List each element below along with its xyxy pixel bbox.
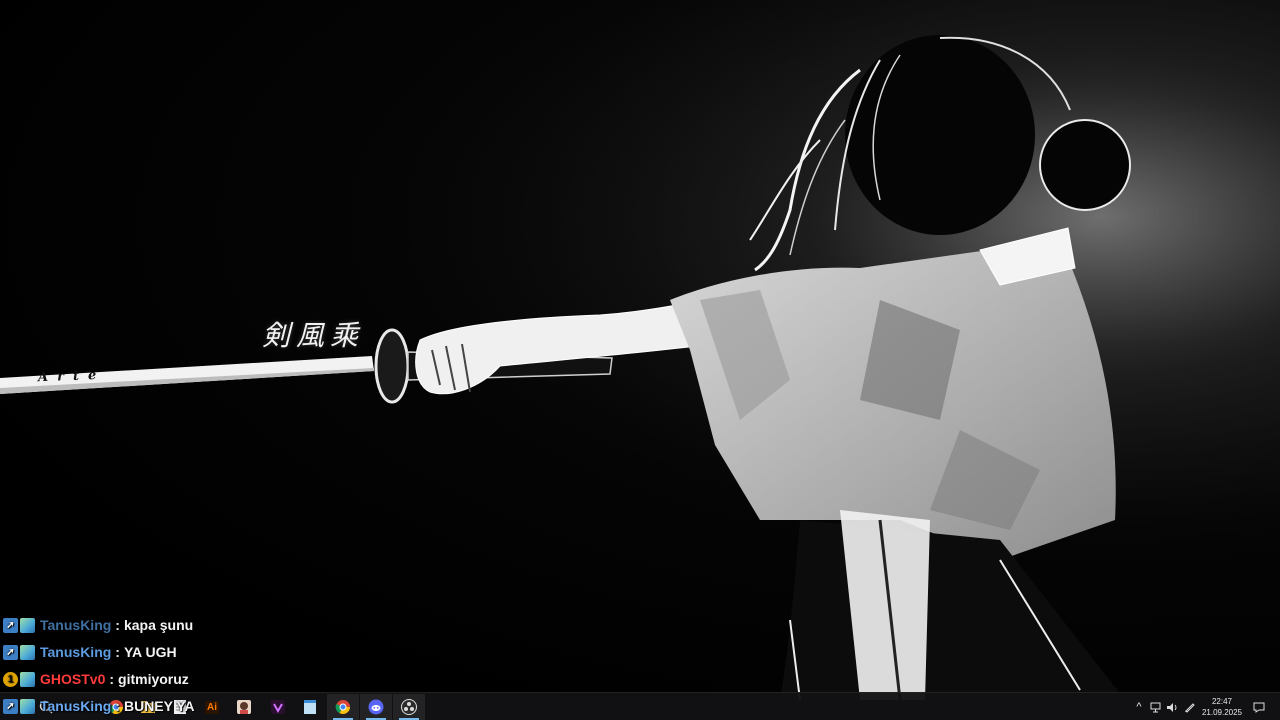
- desktop[interactable]: 剣風乘 Arte ➚ TanusKing : kapa şunu ➚ Tanus…: [0, 0, 1280, 720]
- chat-separator: :: [115, 644, 120, 660]
- level-badge-icon: 1: [3, 671, 18, 687]
- chat-username: TanusKing: [40, 617, 112, 633]
- chat-message: ➚ TanusKing : BUNEY YA: [3, 694, 195, 718]
- game-badge-icon: [20, 644, 35, 660]
- volume-icon[interactable]: [1164, 693, 1180, 720]
- chat-message: ➚ TanusKing : YA UGH: [3, 640, 177, 664]
- arrow-badge-icon: ➚: [3, 698, 18, 714]
- wallpaper-image: [0, 0, 1280, 720]
- chat-text: YA UGH: [123, 644, 177, 660]
- chevron-up-icon[interactable]: ^: [1132, 693, 1146, 720]
- network-icon[interactable]: [1148, 693, 1164, 720]
- notification-icon[interactable]: [1250, 693, 1268, 720]
- chat-username: TanusKing: [40, 698, 112, 714]
- anime-app-icon[interactable]: [228, 694, 260, 720]
- chat-username: GHOSTv0: [40, 671, 106, 687]
- chrome-icon[interactable]: [327, 694, 359, 720]
- arrow-badge-icon: ➚: [3, 617, 18, 633]
- chat-text: kapa şunu: [123, 617, 194, 633]
- blade-inscription: Arte: [37, 367, 106, 386]
- chat-separator: :: [115, 617, 120, 633]
- chat-username: TanusKing: [40, 644, 112, 660]
- calligraphy-text: 剣風乘: [262, 319, 365, 352]
- chat-text: BUNEY YA: [123, 698, 195, 714]
- obs-icon[interactable]: [393, 694, 425, 720]
- discord-icon[interactable]: [360, 694, 392, 720]
- illustrator-label: Ai: [205, 700, 219, 714]
- clock-date: 21.09.2025: [1201, 708, 1243, 717]
- chat-separator: :: [115, 698, 120, 714]
- chat-text: gitmiyoruz: [118, 671, 189, 687]
- game-badge-icon: [20, 617, 35, 633]
- notepad-icon[interactable]: [294, 694, 326, 720]
- clock[interactable]: 22:47 21.09.2025: [1198, 696, 1246, 718]
- illustrator-icon[interactable]: Ai: [196, 694, 228, 720]
- chat-message: 1 GHOSTv0 : gitmiyoruz: [3, 667, 189, 691]
- vegas-icon[interactable]: [262, 694, 294, 720]
- arrow-badge-icon: ➚: [3, 644, 18, 660]
- pen-icon[interactable]: [1182, 693, 1198, 720]
- clock-time: 22:47: [1211, 697, 1233, 706]
- game-badge-icon: [20, 671, 35, 687]
- chat-message: ➚ TanusKing : kapa şunu: [3, 613, 193, 637]
- game-badge-icon: [20, 698, 35, 714]
- chat-separator: :: [109, 671, 115, 687]
